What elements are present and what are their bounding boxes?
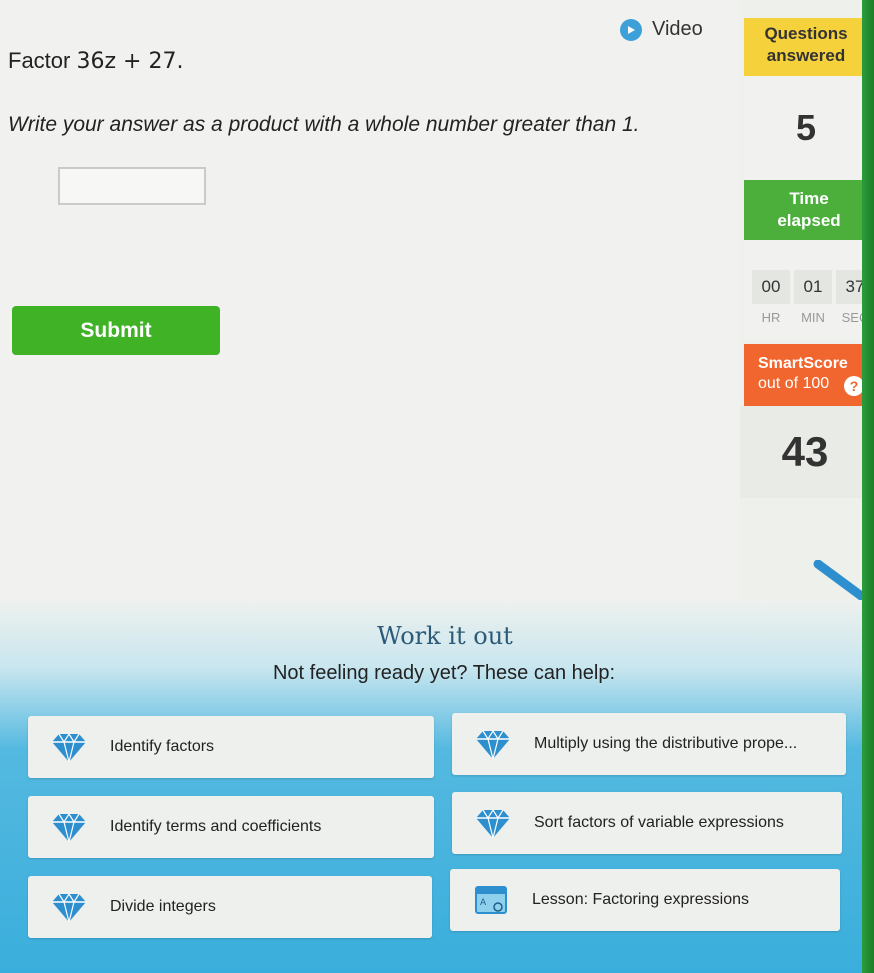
svg-text:A: A [480, 898, 487, 908]
time-hours: 00 [752, 270, 790, 304]
help-card-sort-factors[interactable]: Sort factors of variable expressions [452, 792, 842, 854]
unit-hours: HR [761, 310, 781, 325]
answer-input[interactable] [58, 167, 206, 205]
questions-answered-value: 5 [744, 76, 868, 180]
help-icon[interactable]: ? [844, 376, 864, 396]
video-link[interactable]: Video [620, 18, 703, 41]
help-subtitle: Not feeling ready yet? These can help: [272, 662, 616, 684]
help-card-terms-coefficients[interactable]: Identify terms and coefficients [28, 796, 434, 858]
help-card-identify-factors[interactable]: Identify factors [28, 716, 434, 778]
diamond-icon [476, 729, 510, 760]
help-card-label: Identify factors [110, 738, 215, 755]
question-prefix: Factor [8, 48, 71, 73]
time-elapsed-header: Time elapsed [744, 180, 874, 240]
diamond-icon [52, 892, 86, 923]
help-card-divide-integers[interactable]: Divide integers [28, 876, 432, 938]
questions-answered-label: Questions [764, 24, 848, 43]
play-icon [620, 18, 642, 41]
lesson-icon: A [475, 886, 507, 914]
diamond-icon [52, 732, 86, 763]
help-card-label: Lesson: Factoring expressions [532, 891, 749, 908]
time-label-2: elapsed [777, 211, 841, 230]
time-minutes: 01 [794, 270, 832, 304]
time-label: Time [789, 189, 829, 208]
diamond-icon [476, 808, 510, 839]
submit-button[interactable]: Submit [12, 306, 220, 355]
instructions: Write your answer as a product with a wh… [8, 113, 640, 136]
video-label: Video [652, 18, 703, 40]
help-card-label: Multiply using the distributive prope... [534, 735, 798, 752]
help-card-label: Identify terms and coefficients [110, 818, 322, 835]
unit-minutes: MIN [801, 310, 825, 325]
questions-answered-header: Questions answered [744, 18, 868, 76]
question-text: Factor 36z + 27. [8, 48, 183, 74]
help-card-label: Divide integers [110, 898, 216, 915]
smartscore-value: 43 [740, 406, 870, 498]
question-area [0, 0, 740, 600]
question-expression: 36z + 27. [76, 49, 184, 74]
work-it-out-title: Work it out [377, 622, 513, 650]
time-elapsed-body: 00 01 37 HR MIN SEC [744, 240, 874, 340]
help-card-lesson-factoring[interactable]: A Lesson: Factoring expressions [450, 869, 840, 931]
smartscore-header: SmartScore out of 100 ? [744, 344, 874, 406]
diamond-icon [52, 812, 86, 843]
right-edge-bar [862, 0, 874, 973]
questions-answered-label-2: answered [766, 46, 846, 65]
help-card-distributive[interactable]: Multiply using the distributive prope... [452, 713, 846, 775]
help-card-label: Sort factors of variable expressions [534, 814, 784, 831]
smartscore-label: SmartScore [758, 355, 848, 372]
